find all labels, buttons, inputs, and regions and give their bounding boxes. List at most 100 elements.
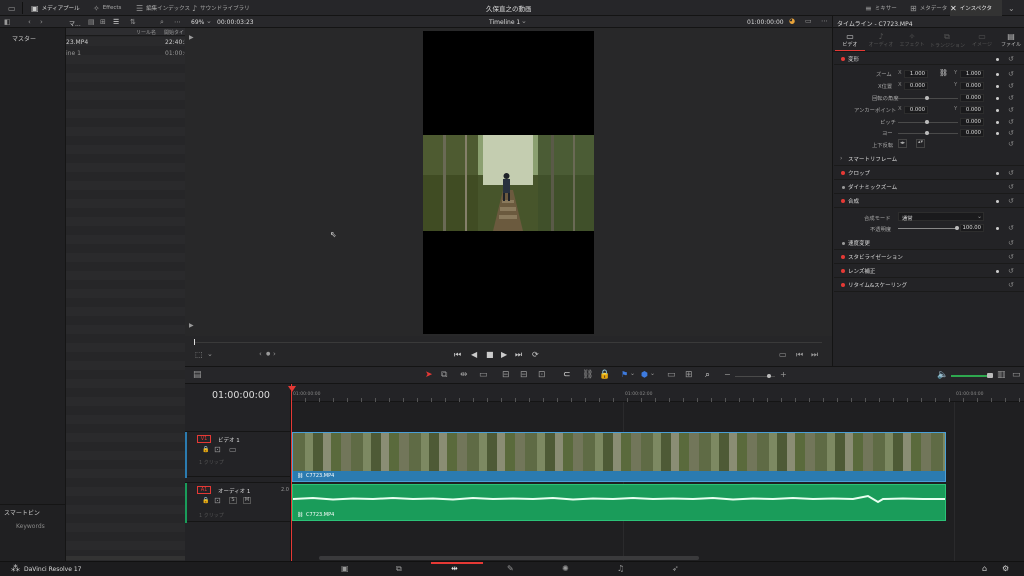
opacity-slider[interactable]	[898, 228, 958, 229]
reset-icon[interactable]: ↺	[1008, 55, 1014, 63]
mute-button[interactable]: M	[243, 497, 251, 504]
tab-image[interactable]: ▭ イメージ	[969, 32, 995, 48]
edit-page-icon[interactable]: ⇹	[451, 564, 458, 573]
match-frame-icon[interactable]: ▭	[779, 350, 787, 359]
dual-viewer-icon[interactable]: ▭	[805, 17, 812, 25]
track-visibility-icon[interactable]: ▭	[229, 445, 237, 454]
edit-index-button[interactable]: ☰ 編集インデックス	[136, 0, 190, 16]
forward-icon[interactable]: ›	[40, 18, 43, 26]
dynamic-zoom-section-header[interactable]: ダイナミックズーム	[834, 181, 1024, 194]
keyframe-dot[interactable]	[996, 227, 999, 230]
cut-page-icon[interactable]: ⧉	[396, 564, 402, 574]
link-icon[interactable]: ⛓	[582, 370, 593, 380]
link-icon[interactable]: ⛓	[939, 69, 948, 77]
custom-zoom-icon[interactable]: ⌕	[705, 370, 710, 380]
tab-audio[interactable]: ♪ オーディオ	[868, 32, 894, 48]
pitch-field[interactable]: 0.000	[960, 118, 984, 126]
color-page-icon[interactable]: ✺	[562, 564, 569, 573]
zoom-out-icon[interactable]: −	[724, 370, 731, 379]
trim-tool-icon[interactable]: ⧉	[441, 370, 447, 380]
next-edit-icon[interactable]: ›	[273, 350, 276, 358]
reset-icon[interactable]: ↺	[1008, 118, 1014, 126]
media-page-icon[interactable]: ▣	[341, 564, 349, 573]
column-reel-name[interactable]: リール名	[136, 29, 156, 36]
horizontal-scrollbar[interactable]	[66, 556, 185, 560]
playhead[interactable]	[291, 384, 292, 561]
flip-horizontal-icon[interactable]: ◂▸	[898, 139, 907, 148]
reset-icon[interactable]: ↺	[1008, 94, 1014, 102]
position-y-field[interactable]: 0.000	[960, 82, 984, 90]
media-pool-button[interactable]: ▣ メディアプール	[31, 0, 80, 16]
volume-knob[interactable]	[987, 373, 993, 378]
effects-button[interactable]: ✧ Effects	[93, 0, 121, 16]
chevron-down-icon[interactable]: ⌄	[650, 370, 655, 377]
solo-button[interactable]: S	[229, 497, 237, 504]
mark-out-icon[interactable]: ▶	[189, 322, 194, 329]
reset-icon[interactable]: ↺	[1008, 70, 1014, 78]
keyframe-dot[interactable]	[996, 172, 999, 175]
play-icon[interactable]: ▶	[501, 350, 507, 359]
enable-toggle-icon[interactable]	[841, 255, 845, 259]
chevron-down-icon[interactable]: ⌄	[207, 350, 213, 358]
retime-scaling-section-header[interactable]: リタイム&スケーリング	[834, 279, 1024, 292]
options-icon[interactable]: ⋯	[174, 18, 181, 26]
metadata-button[interactable]: ⊞ メタデータ	[910, 0, 947, 16]
keyframe-dot[interactable]	[996, 58, 999, 61]
timeline-name[interactable]: Timeline 1	[489, 19, 520, 26]
timeline-zoom-knob[interactable]	[767, 374, 771, 378]
options-icon[interactable]: ⋯	[821, 17, 828, 25]
anchor-x-field[interactable]: 0.000	[904, 106, 928, 114]
opacity-field[interactable]: 100.00	[960, 224, 984, 232]
inspector-button[interactable]: ✕ インスペクタ	[950, 0, 1002, 16]
keyframe-dot[interactable]	[996, 97, 999, 100]
yaw-field[interactable]: 0.000	[960, 129, 984, 137]
reset-icon[interactable]: ↺	[1008, 106, 1014, 114]
bin-master[interactable]: マスター	[12, 34, 36, 43]
pitch-slider-knob[interactable]	[925, 120, 929, 124]
reset-icon[interactable]: ↺	[1008, 82, 1014, 90]
column-start-time[interactable]: 開始タイ	[164, 29, 184, 36]
opacity-slider-knob[interactable]	[955, 226, 959, 230]
speaker-icon[interactable]: 🔈	[937, 370, 948, 380]
tab-video[interactable]: ▭ ビデオ	[837, 32, 863, 48]
timeline-ruler[interactable]: 01:00:00:00 01:00:02:00 01:00:04:00	[291, 384, 1024, 402]
enable-toggle-icon[interactable]	[842, 242, 845, 245]
sort-icon[interactable]: ⇅	[130, 18, 136, 26]
back-icon[interactable]: ‹	[28, 18, 31, 26]
audio-meter-icon[interactable]: ▥	[997, 370, 1006, 380]
auto-select-icon[interactable]: ⊡	[214, 496, 221, 505]
chevron-down-icon[interactable]: ⌄	[206, 17, 212, 25]
panel-toggle-icon[interactable]: ◧	[4, 18, 11, 26]
auto-select-icon[interactable]: ⊡	[214, 445, 221, 454]
playhead-marker[interactable]	[288, 386, 296, 392]
enable-toggle-icon[interactable]	[841, 283, 845, 287]
reset-icon[interactable]: ↺	[1008, 267, 1014, 275]
keyframe-dot[interactable]	[996, 85, 999, 88]
lock-icon[interactable]: 🔒	[202, 497, 209, 504]
metadata-view-icon[interactable]: ▤	[88, 18, 95, 26]
fusion-page-icon[interactable]: ✎	[507, 564, 514, 573]
reset-icon[interactable]: ↺	[1008, 183, 1014, 191]
video-clip[interactable]: ⛓ C7723.MP4	[292, 432, 946, 482]
crop-icon[interactable]: ⬚	[195, 350, 203, 359]
reverse-play-icon[interactable]: ◀	[471, 350, 477, 359]
zoom-in-icon[interactable]: +	[780, 370, 787, 379]
lock-icon[interactable]: 🔒	[202, 446, 209, 453]
home-icon[interactable]: ⌂	[982, 564, 987, 573]
keyframe-dot[interactable]	[996, 121, 999, 124]
mixer-button[interactable]: ≡ ミキサー	[865, 0, 897, 16]
keyframe-dot[interactable]	[996, 270, 999, 273]
enable-toggle-icon[interactable]	[841, 199, 845, 203]
chevron-down-icon[interactable]: ⌄	[630, 370, 635, 377]
stop-icon[interactable]: ■	[486, 350, 494, 359]
audio-clip[interactable]: ⛓ C7723.MP4	[292, 484, 946, 521]
dynamic-trim-icon[interactable]: ⇹	[460, 370, 468, 380]
expand-button[interactable]: ⌄	[1008, 0, 1015, 16]
zoom-x-field[interactable]: 1.000	[904, 70, 928, 78]
reset-icon[interactable]: ↺	[1008, 197, 1014, 205]
detail-zoom-icon[interactable]: ⊞	[685, 370, 693, 380]
chevron-down-icon[interactable]: ⌄	[521, 17, 527, 25]
lock-icon[interactable]: 🔒	[599, 370, 610, 380]
keyframe-dot[interactable]	[996, 132, 999, 135]
reset-icon[interactable]: ↺	[1008, 169, 1014, 177]
